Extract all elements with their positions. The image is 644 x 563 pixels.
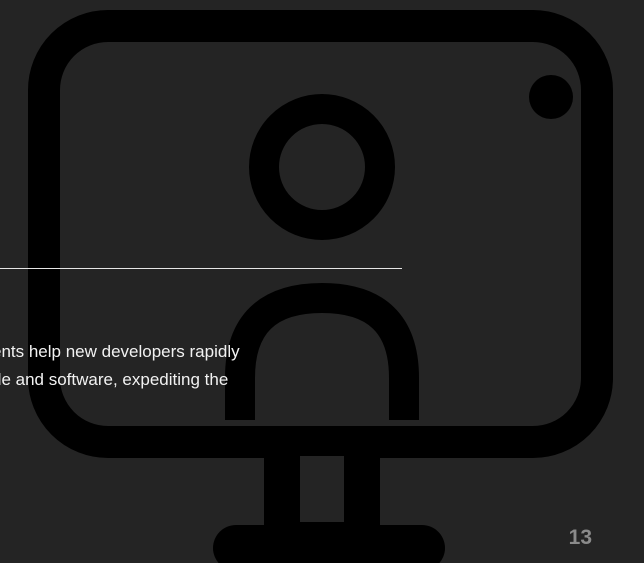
monitor-user-icon bbox=[28, 10, 613, 563]
body-line-1: ents help new developers rapidly bbox=[0, 342, 240, 361]
body-text: ents help new developers rapidly de and … bbox=[0, 338, 412, 394]
divider-line bbox=[0, 268, 402, 269]
slide: ents help new developers rapidly de and … bbox=[0, 0, 644, 563]
page-number: 13 bbox=[568, 526, 592, 549]
body-line-2: de and software, expediting the bbox=[0, 370, 229, 389]
